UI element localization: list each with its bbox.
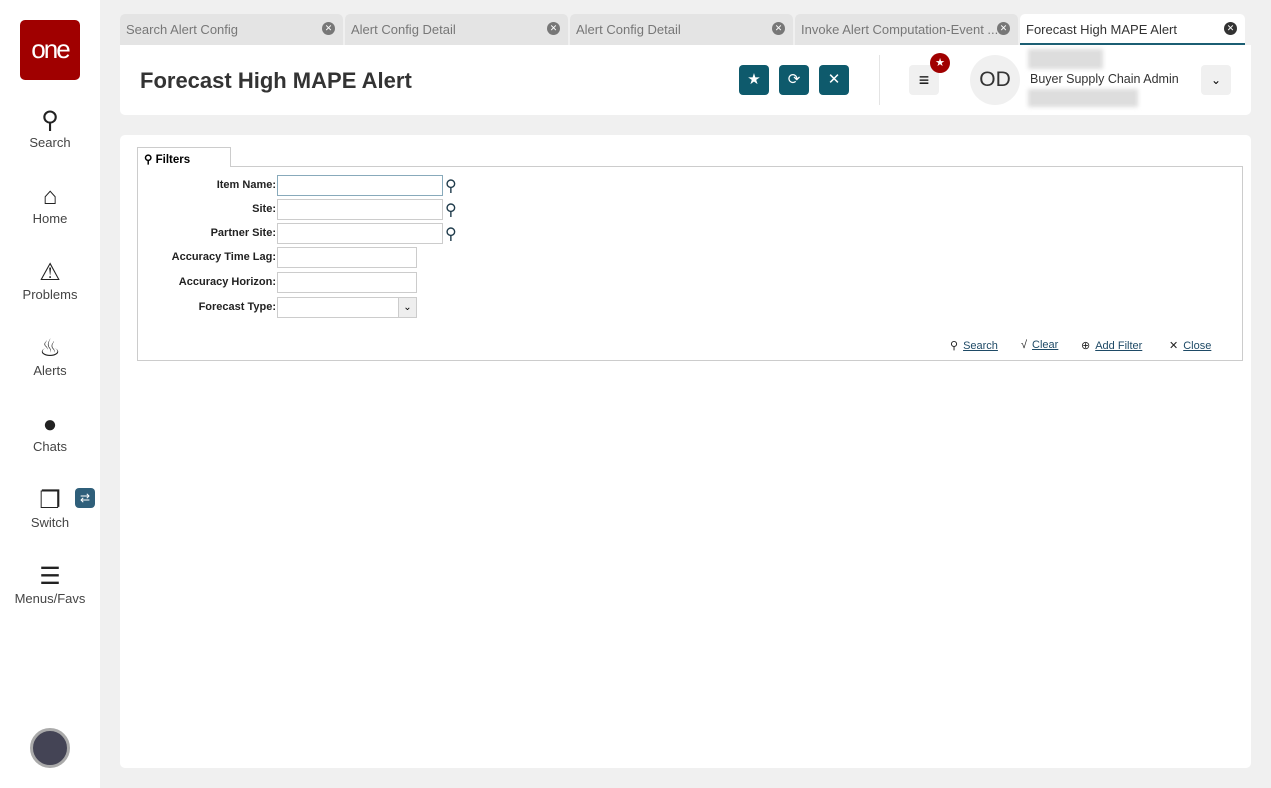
clear-link[interactable]: √ Clear [1021,339,1058,351]
close-tab-icon[interactable]: ✕ [997,22,1010,35]
favorites-star-icon: ★ [930,53,950,73]
lookup-icon[interactable]: ⚲ [445,224,457,244]
filter-forecast-type: Forecast Type: ⌄ [138,297,1242,319]
one-logo[interactable]: one [20,20,80,80]
user-dropdown-button[interactable]: ⌄ [1201,65,1231,95]
divider [879,55,880,105]
blurred-username [1028,49,1103,69]
close-button[interactable]: ✕ [819,65,849,95]
nav-problems[interactable]: ⚠ Problems [0,259,100,302]
partner-site-input[interactable] [277,223,443,244]
blurred-org [1028,89,1138,107]
tab-alert-config-detail-2[interactable]: Alert Config Detail ✕ [570,14,793,45]
field-label: Forecast Type: [198,301,276,313]
close-tab-icon[interactable]: ✕ [772,22,785,35]
tab-label: Invoke Alert Computation-Event ... [801,22,999,37]
bell-icon: ♨ [39,335,61,362]
nav-label: Chats [33,439,67,454]
search-icon: ⚲ [950,340,959,352]
filter-accuracy-time-lag: Accuracy Time Lag: [138,247,1242,269]
add-filter-link[interactable]: ⊕ Add Filter [1081,339,1142,352]
switch-badge-icon: ⇄ [75,488,95,508]
field-label: Accuracy Horizon: [178,276,276,288]
filters-panel: Item Name: ⚲ Site: ⚲ Partner Site: ⚲ Accura… [137,166,1243,361]
close-filters-link[interactable]: ✕ Close [1169,339,1211,352]
filters-tab[interactable]: ⚲ Filters [137,147,231,167]
forecast-type-select[interactable]: ⌄ [277,297,417,318]
tab-invoke-alert-computation[interactable]: Invoke Alert Computation-Event ... ✕ [795,14,1018,45]
main-panel: ⚲ Filters Item Name: ⚲ Site: ⚲ Partner Sit… [120,135,1251,768]
search-icon: ⚲ [41,107,59,134]
tab-label: Forecast High MAPE Alert [1026,22,1177,37]
field-label: Item Name: [216,179,276,191]
filter-accuracy-horizon: Accuracy Horizon: [138,272,1242,294]
add-filter-label: Add Filter [1095,340,1143,352]
field-label: Site: [252,203,276,215]
nav-label: Switch [30,515,70,530]
user-role: Buyer Supply Chain Admin [1030,72,1179,86]
item-name-input[interactable] [277,175,443,196]
search-link[interactable]: ⚲ Search [950,339,998,352]
nav-label: Problems [22,287,78,302]
search-icon: ⚲ [144,154,156,166]
nav-label: Menus/Favs [14,591,86,606]
nav-chats[interactable]: ● Chats [0,411,100,454]
filter-partner-site: Partner Site: ⚲ [138,223,1242,245]
sidebar: one ⚲ Search ⌂ Home ⚠ Problems ♨ Alerts ● Cha… [0,0,100,788]
nav-label: Alerts [33,363,67,378]
page-header: Forecast High MAPE Alert ★ ⟳ ✕ ≡ ★ OD Bu… [120,45,1251,115]
close-tab-icon[interactable]: ✕ [322,22,335,35]
close-icon: ✕ [1169,340,1179,352]
menu-icon: ☰ [39,563,61,590]
accuracy-time-lag-input[interactable] [277,247,417,268]
assistant-avatar[interactable] [30,728,70,768]
lookup-icon[interactable]: ⚲ [445,200,457,220]
tab-search-alert-config[interactable]: Search Alert Config ✕ [120,14,343,45]
filters-tab-label: Filters [155,154,191,166]
nav-label: Home [32,211,68,226]
filter-item-name: Item Name: ⚲ [138,175,1242,197]
tab-label: Alert Config Detail [351,22,456,37]
nav-menus-favs[interactable]: ☰ Menus/Favs [0,563,100,606]
home-icon: ⌂ [42,183,58,210]
tab-forecast-high-mape-alert[interactable]: Forecast High MAPE Alert ✕ [1020,14,1245,45]
accuracy-horizon-input[interactable] [277,272,417,293]
field-label: Partner Site: [210,227,276,239]
tab-label: Search Alert Config [126,22,239,37]
close-tab-icon[interactable]: ✕ [1224,22,1237,35]
nav-alerts[interactable]: ♨ Alerts [0,335,100,378]
broom-icon: √ [1021,339,1028,351]
warning-icon: ⚠ [39,259,61,286]
search-label: Search [963,340,998,352]
lookup-icon[interactable]: ⚲ [445,176,457,196]
nav-home[interactable]: ⌂ Home [0,183,100,226]
page-title: Forecast High MAPE Alert [140,68,412,93]
site-input[interactable] [277,199,443,220]
refresh-button[interactable]: ⟳ [779,65,809,95]
filter-site: Site: ⚲ [138,199,1242,221]
close-label: Close [1183,340,1212,352]
nav-search[interactable]: ⚲ Search [0,107,100,150]
field-label: Accuracy Time Lag: [171,251,276,263]
tab-alert-config-detail[interactable]: Alert Config Detail ✕ [345,14,568,45]
chat-icon: ● [42,411,58,438]
close-tab-icon[interactable]: ✕ [547,22,560,35]
chevron-down-icon: ⌄ [398,298,416,317]
nav-label: Search [29,135,71,150]
favorite-button[interactable]: ★ [739,65,769,95]
clear-label: Clear [1032,339,1059,351]
plus-circle-icon: ⊕ [1081,340,1091,352]
tab-label: Alert Config Detail [576,22,681,37]
user-avatar[interactable]: OD [970,55,1020,105]
